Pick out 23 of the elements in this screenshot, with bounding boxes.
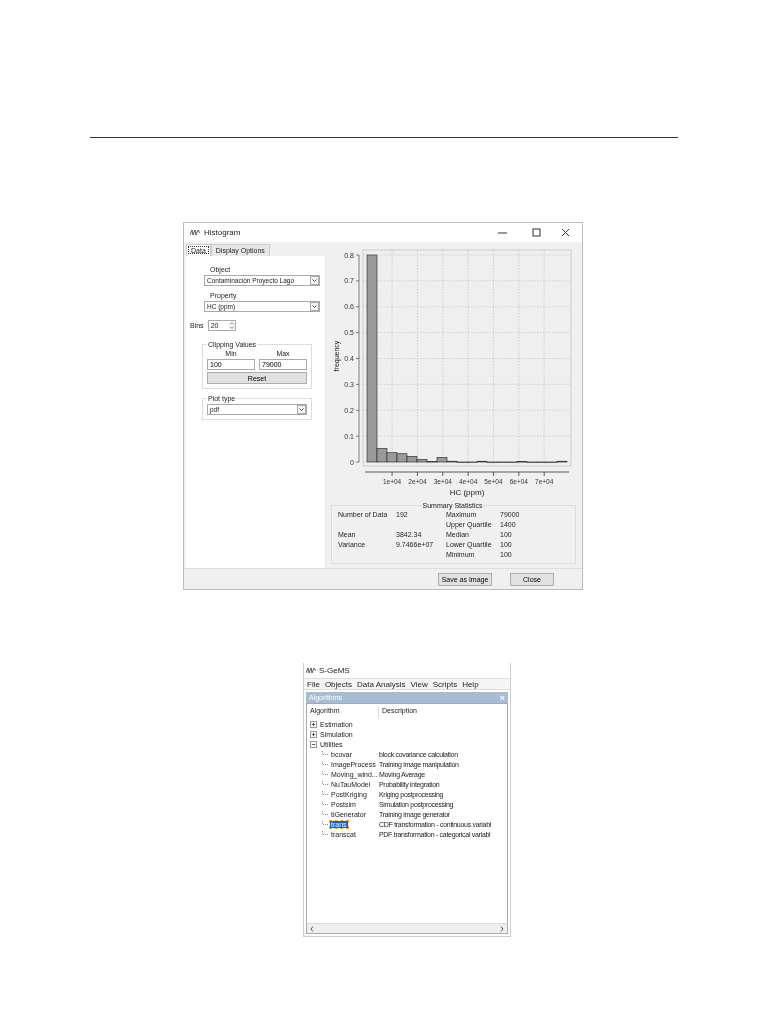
menu-item[interactable]: Help (462, 679, 479, 689)
expand-icon[interactable] (310, 730, 317, 738)
horizontal-scrollbar[interactable] (307, 923, 507, 933)
x-axis-title: HC (ppm) (449, 488, 485, 498)
menu-item[interactable]: Scripts (432, 679, 458, 689)
window-title: S-GeMS (319, 666, 350, 675)
dropdown-arrow-icon[interactable] (310, 302, 319, 312)
logo-icon (306, 667, 316, 674)
window-title: Histogram (204, 228, 242, 237)
scroll-left-icon[interactable] (310, 925, 314, 932)
spin-arrows-icon[interactable] (228, 321, 235, 331)
histogram-bar (386, 452, 398, 463)
dropdown-arrow-icon[interactable] (310, 276, 319, 286)
logo-icon (190, 229, 200, 236)
menu-item[interactable]: View (410, 679, 428, 689)
menu-item[interactable]: Objects (324, 679, 352, 689)
menu-item[interactable]: Data Analysis (357, 679, 406, 689)
menu-item[interactable]: File (307, 679, 320, 689)
histogram-bar (396, 453, 408, 463)
dropdown-arrow-icon[interactable] (297, 405, 306, 415)
collapse-icon[interactable] (310, 740, 317, 748)
scroll-right-icon[interactable] (500, 925, 504, 932)
expand-icon[interactable] (310, 720, 317, 728)
